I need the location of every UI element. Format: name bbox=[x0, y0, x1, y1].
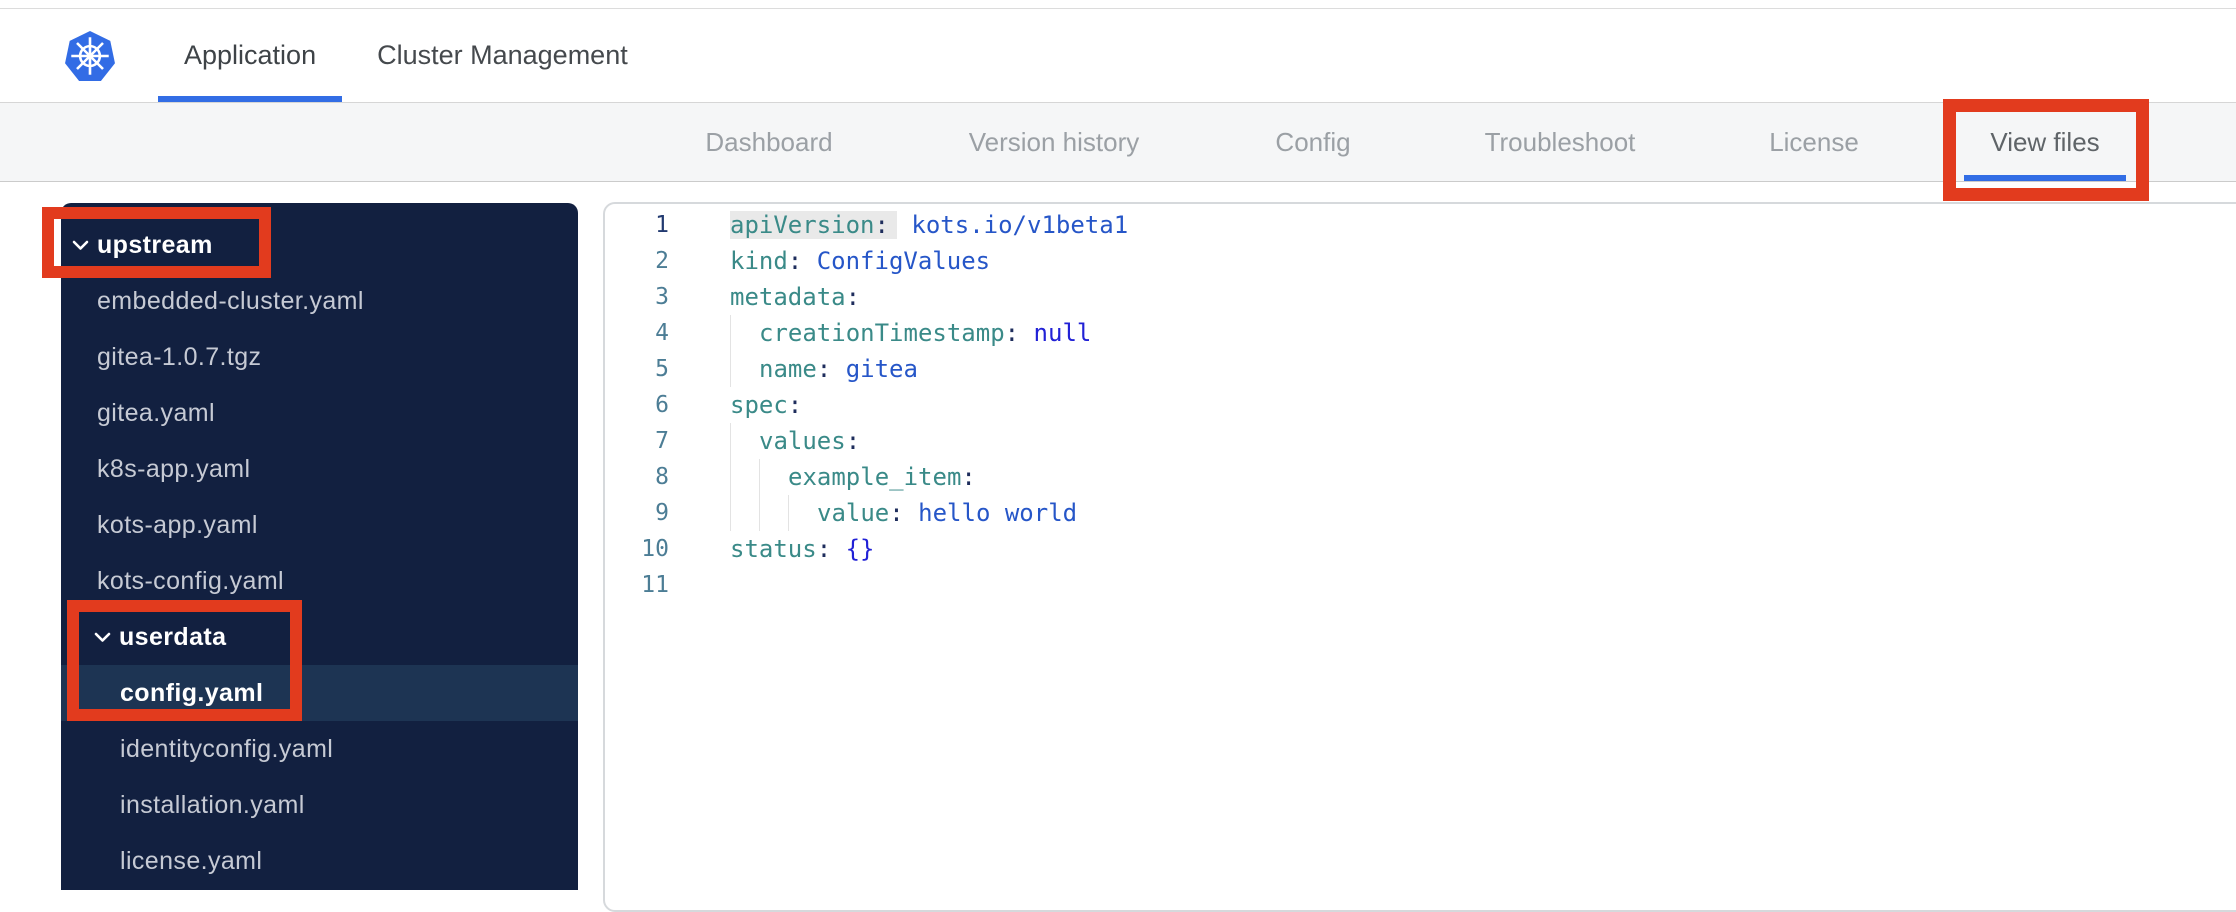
tree-file-gitea-yaml[interactable]: gitea.yaml bbox=[61, 385, 578, 441]
tree-file-config-selected[interactable]: config.yaml bbox=[61, 665, 578, 721]
file-label: kots-app.yaml bbox=[97, 510, 258, 539]
tree-file-embedded-cluster[interactable]: embedded-cluster.yaml bbox=[61, 273, 578, 329]
file-label: kots-config.yaml bbox=[97, 566, 285, 595]
tree-file-k8s-app[interactable]: k8s-app.yaml bbox=[61, 441, 578, 497]
line-number: 11 bbox=[641, 572, 669, 598]
folder-label: upstream bbox=[97, 230, 213, 259]
file-label: gitea-1.0.7.tgz bbox=[97, 342, 262, 371]
line-number: 3 bbox=[655, 284, 669, 310]
tree-folder-userdata[interactable]: userdata bbox=[61, 609, 578, 665]
line-number: 4 bbox=[655, 320, 669, 346]
file-label: gitea.yaml bbox=[97, 398, 215, 427]
code-line: 2 kind: ConfigValues bbox=[605, 243, 2236, 279]
line-number: 8 bbox=[655, 464, 669, 490]
tree-folder-upstream[interactable]: upstream bbox=[61, 217, 578, 273]
tab-troubleshoot[interactable]: Troubleshoot bbox=[1485, 103, 1636, 181]
code-line: 10 status: {} bbox=[605, 531, 2236, 567]
folder-label: userdata bbox=[119, 622, 227, 651]
chevron-down-icon bbox=[94, 632, 111, 643]
line-number: 10 bbox=[641, 536, 669, 562]
line-number: 5 bbox=[655, 356, 669, 382]
tree-file-kots-config[interactable]: kots-config.yaml bbox=[61, 553, 578, 609]
tab-license[interactable]: License bbox=[1769, 103, 1859, 181]
file-label: installation.yaml bbox=[120, 790, 305, 819]
file-label: config.yaml bbox=[120, 678, 264, 707]
active-tab-underline bbox=[1964, 175, 2126, 181]
tree-file-identityconfig[interactable]: identityconfig.yaml bbox=[61, 721, 578, 777]
header-tabs: Application Cluster Management bbox=[158, 9, 663, 102]
code-line: 9 value: hello world bbox=[605, 495, 2236, 531]
code-line: 6 spec: bbox=[605, 387, 2236, 423]
code-line: 5 name: gitea bbox=[605, 351, 2236, 387]
code-line: 11 bbox=[605, 567, 2236, 603]
line-number: 9 bbox=[655, 500, 669, 526]
file-tree: upstream embedded-cluster.yaml gitea-1.0… bbox=[61, 203, 578, 890]
file-label: identityconfig.yaml bbox=[120, 734, 334, 763]
tab-dashboard[interactable]: Dashboard bbox=[705, 103, 832, 181]
app-subnav: Dashboard Version history Config Trouble… bbox=[0, 103, 2236, 182]
app-header: Application Cluster Management bbox=[0, 9, 2236, 103]
tree-file-license[interactable]: license.yaml bbox=[61, 833, 578, 889]
line-number: 6 bbox=[655, 392, 669, 418]
tree-file-gitea-tgz[interactable]: gitea-1.0.7.tgz bbox=[61, 329, 578, 385]
tab-cluster-management[interactable]: Cluster Management bbox=[351, 9, 654, 102]
tab-view-files[interactable]: View files bbox=[1990, 103, 2099, 181]
code-line: 3 metadata: bbox=[605, 279, 2236, 315]
tab-config[interactable]: Config bbox=[1275, 103, 1350, 181]
kubernetes-logo-icon[interactable] bbox=[64, 30, 116, 82]
file-content-editor[interactable]: 1 apiVersion: kots.io/v1beta1 2 kind: Co… bbox=[603, 202, 2236, 912]
file-label: k8s-app.yaml bbox=[97, 454, 251, 483]
code-line: 8 example_item: bbox=[605, 459, 2236, 495]
code-line: 4 creationTimestamp: null bbox=[605, 315, 2236, 351]
file-label: license.yaml bbox=[120, 846, 263, 875]
tab-application[interactable]: Application bbox=[158, 9, 342, 102]
tab-version-history[interactable]: Version history bbox=[969, 103, 1140, 181]
line-number: 7 bbox=[655, 428, 669, 454]
file-label: embedded-cluster.yaml bbox=[97, 286, 364, 315]
tree-file-installation[interactable]: installation.yaml bbox=[61, 777, 578, 833]
code-line: 1 apiVersion: kots.io/v1beta1 bbox=[605, 207, 2236, 243]
chevron-down-icon bbox=[72, 240, 89, 251]
tree-file-kots-app[interactable]: kots-app.yaml bbox=[61, 497, 578, 553]
code-line: 7 values: bbox=[605, 423, 2236, 459]
line-number: 2 bbox=[655, 248, 669, 274]
line-number: 1 bbox=[655, 212, 669, 238]
